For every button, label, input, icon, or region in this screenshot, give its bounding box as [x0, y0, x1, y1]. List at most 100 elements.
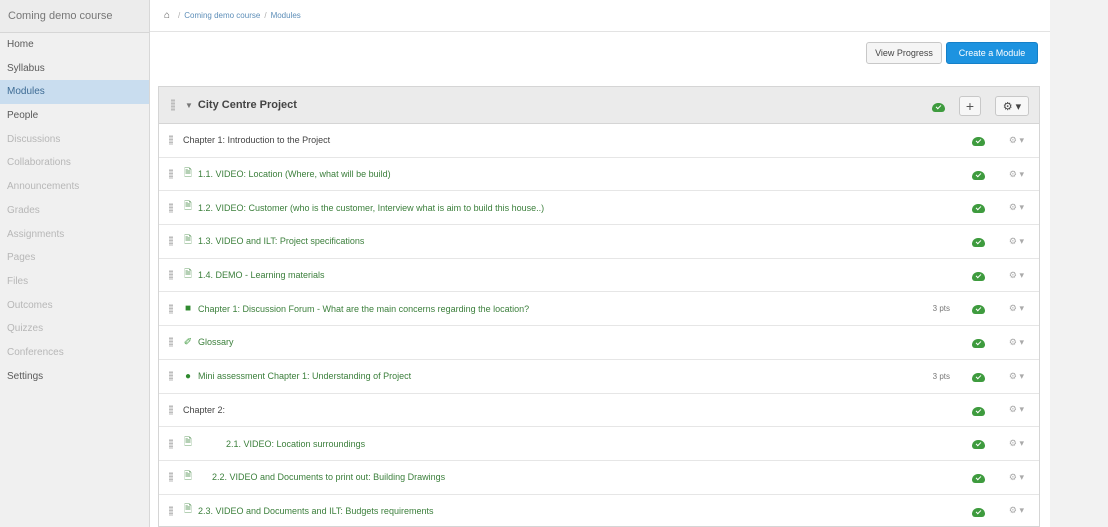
drag-handle[interactable]: [169, 337, 173, 348]
published-cloud-icon[interactable]: [972, 236, 985, 248]
item-title-link[interactable]: Glossary: [198, 337, 234, 347]
module-item-row: ■ Chapter 1: Discussion Forum - What are …: [159, 292, 1039, 327]
quiz-icon: ●: [184, 370, 192, 382]
nav-list: Home Syllabus Modules People Discussions Coll…: [0, 33, 149, 388]
page-icon: 🗎: [183, 201, 193, 213]
item-title-link[interactable]: 2.1. VIDEO: Location surroundings: [226, 439, 365, 449]
sidebar-item-collaborations[interactable]: Collaborations: [0, 151, 149, 175]
sidebar-item-files[interactable]: Files: [0, 270, 149, 294]
sidebar-item-discussions[interactable]: Discussions: [0, 128, 149, 152]
item-title-link[interactable]: Mini assessment Chapter 1: Understanding…: [198, 371, 411, 381]
drag-handle[interactable]: [169, 236, 173, 247]
sidebar-item-syllabus[interactable]: Syllabus: [0, 57, 149, 81]
gear-icon[interactable]: ⚙ ▾: [1009, 236, 1024, 247]
gear-icon[interactable]: ⚙ ▾: [1009, 202, 1024, 213]
published-cloud-icon[interactable]: [972, 371, 985, 382]
course-title[interactable]: Coming demo course: [0, 0, 149, 33]
drag-handle[interactable]: [169, 270, 173, 281]
sidebar-item-announcements[interactable]: Announcements: [0, 175, 149, 199]
sidebar-item-pages[interactable]: Pages: [0, 246, 149, 270]
published-cloud-icon[interactable]: [932, 101, 945, 112]
published-cloud-icon[interactable]: [972, 506, 985, 517]
module-container: ▼ City Centre Project + ⚙ ▾ Chapter 1: I…: [158, 86, 1040, 527]
sidebar-item-outcomes[interactable]: Outcomes: [0, 294, 149, 318]
page-icon: 🗎: [183, 268, 193, 280]
drag-handle[interactable]: [169, 169, 173, 180]
gear-icon[interactable]: ⚙ ▾: [1009, 371, 1024, 382]
published-cloud-icon[interactable]: [972, 270, 985, 281]
gear-icon[interactable]: ⚙ ▾: [1009, 404, 1024, 415]
sidebar-item-home[interactable]: Home: [0, 33, 149, 57]
gear-icon[interactable]: ⚙ ▾: [1009, 303, 1024, 314]
module-item-row: 🗎 1.1. VIDEO: Location (Where, what will …: [159, 157, 1039, 192]
points-label: 3 pts: [932, 304, 950, 314]
drag-handle[interactable]: [169, 202, 173, 213]
module-item-row: 🗎 1.4. DEMO - Learning materials ⚙ ▾: [159, 258, 1039, 293]
module-title: City Centre Project: [197, 99, 297, 111]
published-cloud-icon[interactable]: [972, 303, 985, 315]
drag-handle[interactable]: [169, 135, 173, 146]
drag-handle[interactable]: [169, 438, 173, 449]
breadcrumb-course-link[interactable]: Coming demo course: [184, 11, 260, 20]
breadcrumb-separator: /: [264, 11, 267, 20]
item-title-link[interactable]: 1.2. VIDEO: Customer (who is the custome…: [198, 203, 544, 213]
gear-icon[interactable]: ⚙ ▾: [1009, 169, 1024, 180]
sidebar-item-settings[interactable]: Settings: [0, 365, 149, 389]
module-settings-button[interactable]: ⚙ ▾: [995, 96, 1029, 116]
breadcrumb-separator: /: [178, 11, 181, 20]
module-item-list: Chapter 1: Introduction to the Project ⚙ …: [159, 124, 1039, 526]
published-cloud-icon[interactable]: [972, 472, 985, 483]
published-cloud-icon[interactable]: [972, 202, 985, 214]
module-item-row: 🗎 1.3. VIDEO and ILT: Project specificati…: [159, 225, 1039, 259]
module-item-row: ✐ Glossary ⚙ ▾: [159, 326, 1039, 360]
discussion-icon: ■: [184, 303, 192, 315]
module-item-row: Chapter 1: Introduction to the Project ⚙ …: [159, 124, 1039, 158]
module-item-row: 🗎 2.3. VIDEO and Documents and ILT: Budge…: [159, 494, 1039, 526]
breadcrumb: ⌂ / Coming demo course / Modules: [150, 0, 1050, 32]
collapse-caret-icon[interactable]: ▼: [185, 101, 193, 110]
gear-icon[interactable]: ⚙ ▾: [1009, 135, 1024, 146]
item-title-link[interactable]: 1.3. VIDEO and ILT: Project specificatio…: [198, 236, 364, 246]
add-item-button[interactable]: +: [959, 96, 981, 116]
gear-icon[interactable]: ⚙ ▾: [1009, 505, 1024, 516]
item-title-link[interactable]: Chapter 1: Discussion Forum - What are t…: [198, 304, 529, 314]
drag-handle[interactable]: [169, 505, 173, 516]
text-header: Chapter 2:: [183, 404, 226, 415]
gear-icon[interactable]: ⚙ ▾: [1009, 337, 1024, 348]
points-label: 3 pts: [932, 371, 950, 381]
drag-handle[interactable]: [171, 99, 175, 111]
page-icon: 🗎: [183, 234, 193, 246]
module-item-row: 🗎 2.1. VIDEO: Location surroundings ⚙ ▾: [159, 427, 1039, 461]
sidebar-item-people[interactable]: People: [0, 104, 149, 128]
published-cloud-icon[interactable]: [972, 405, 985, 416]
published-cloud-icon[interactable]: [972, 438, 985, 450]
gear-icon[interactable]: ⚙ ▾: [1009, 438, 1024, 449]
module-header: ▼ City Centre Project + ⚙ ▾: [159, 87, 1039, 124]
published-cloud-icon[interactable]: [972, 135, 985, 146]
drag-handle[interactable]: [169, 303, 173, 314]
sidebar-item-quizzes[interactable]: Quizzes: [0, 317, 149, 341]
gear-icon[interactable]: ⚙ ▾: [1009, 472, 1024, 483]
module-item-row: ● Mini assessment Chapter 1: Understandin…: [159, 359, 1039, 394]
view-progress-button[interactable]: View Progress: [866, 42, 942, 64]
item-title-link[interactable]: 2.2. VIDEO and Documents to print out: B…: [212, 472, 445, 482]
sidebar-item-conferences[interactable]: Conferences: [0, 341, 149, 365]
module-actions: + ⚙ ▾: [932, 96, 1029, 116]
item-title-link[interactable]: 2.3. VIDEO and Documents and ILT: Budget…: [198, 506, 433, 516]
page-icon: 🗎: [183, 504, 193, 516]
item-title-link[interactable]: 1.1. VIDEO: Location (Where, what will b…: [198, 169, 391, 179]
drag-handle[interactable]: [169, 472, 173, 483]
create-module-button[interactable]: Create a Module: [946, 42, 1038, 64]
published-cloud-icon[interactable]: [972, 169, 985, 180]
published-cloud-icon[interactable]: [972, 337, 985, 349]
drag-handle[interactable]: [169, 371, 173, 382]
module-item-row: Chapter 2: ⚙ ▾: [159, 393, 1039, 428]
item-title-link[interactable]: 1.4. DEMO - Learning materials: [198, 270, 325, 280]
sidebar-item-modules[interactable]: Modules: [0, 80, 149, 105]
home-icon[interactable]: ⌂: [164, 10, 170, 21]
gear-icon[interactable]: ⚙ ▾: [1009, 270, 1024, 281]
drag-handle[interactable]: [169, 404, 173, 415]
sidebar-item-assignments[interactable]: Assignments: [0, 223, 149, 247]
sidebar-item-grades[interactable]: Grades: [0, 199, 149, 223]
breadcrumb-current[interactable]: Modules: [271, 11, 301, 20]
